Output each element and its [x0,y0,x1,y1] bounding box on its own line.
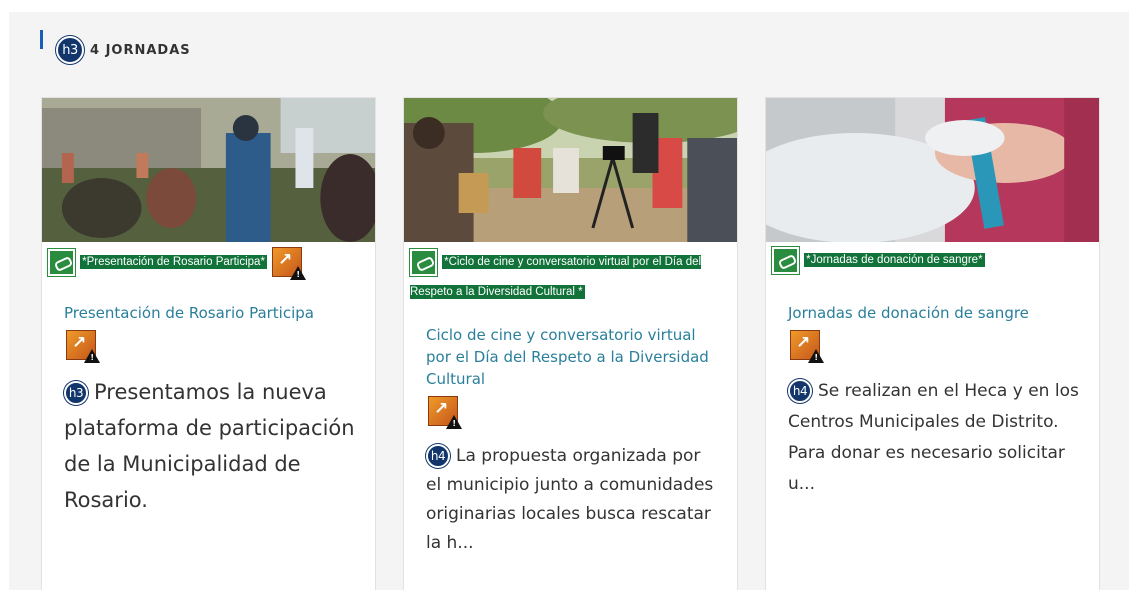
section-accent-bar [40,30,43,49]
event-image[interactable] [766,98,1099,242]
image-alt-row: *Presentación de Rosario Participa* ↗! [47,247,371,280]
heading-level-badge: h4 [788,379,812,403]
heading-level-badge: h3 [64,381,88,405]
chain-link-icon [409,247,438,277]
chain-link-icon [47,247,76,277]
image-alt-text: *Ciclo de cine y conversatorio virtual p… [410,255,702,299]
external-link-warning-icon: ↗! [790,330,824,363]
event-description: h4 La propuesta organizada por el municip… [426,442,719,558]
jornadas-section: h3 4 JORNADAS *Presentación de Rosario P… [9,12,1129,590]
image-alt-row: *Ciclo de cine y conversatorio virtual p… [409,247,733,307]
event-title-link[interactable]: Presentación de Rosario Participa [64,302,357,324]
event-title-link[interactable]: Jornadas de donación de sangre [788,302,1081,324]
event-image[interactable] [42,98,375,242]
event-description: h3 Presentamos la nueva plataforma de par… [64,374,357,518]
image-alt-row: *Jornadas de donación de sangre* [771,246,1095,275]
event-card[interactable]: *Jornadas de donación de sangre* Jornada… [765,97,1100,590]
event-title-link[interactable]: Ciclo de cine y conversatorio virtual po… [426,324,719,390]
external-link-warning-icon: ↗! [428,396,462,429]
chain-link-icon [771,246,800,275]
image-alt-text: *Presentación de Rosario Participa* [80,254,267,269]
event-description-text: Se realizan en el Heca y en los Centros … [788,381,1079,494]
heading-level-badge: h4 [426,444,450,468]
event-image[interactable] [404,98,737,242]
image-alt-text: *Jornadas de donación de sangre* [804,253,985,267]
section-heading: h3 4 JORNADAS [56,36,191,64]
event-description: h4 Se realizan en el Heca y en los Centro… [788,376,1081,500]
external-link-warning-icon: ↗! [272,247,307,280]
event-card[interactable]: *Presentación de Rosario Participa* ↗! P… [41,97,376,590]
event-description-text: Presentamos la nueva plataforma de parti… [64,380,355,512]
external-link-warning-icon: ↗! [66,330,100,363]
event-description-text: La propuesta organizada por el municipio… [426,446,714,553]
heading-level-badge: h3 [56,36,84,64]
section-title: 4 JORNADAS [90,42,191,58]
event-card[interactable]: *Ciclo de cine y conversatorio virtual p… [403,97,738,590]
